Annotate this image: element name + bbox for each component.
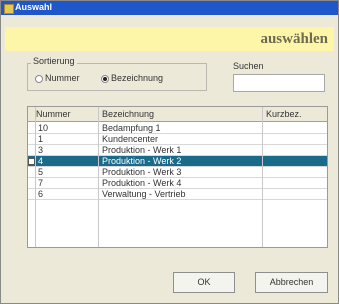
cell-bezeichnung: Produktion - Werk 1 — [102, 145, 182, 155]
cancel-button[interactable]: Abbrechen — [255, 272, 328, 293]
row-separator — [28, 199, 327, 200]
sort-radio-description-label: Bezeichnung — [111, 73, 164, 83]
grid-divider — [98, 107, 99, 247]
ok-button[interactable]: OK — [173, 272, 235, 293]
sort-radio-description[interactable]: Bezeichnung — [101, 73, 163, 83]
column-header-description[interactable]: Bezeichnung — [102, 109, 154, 119]
cell-bezeichnung: Produktion - Werk 3 — [102, 167, 182, 177]
window-title: Auswahl — [15, 2, 53, 12]
column-header-number[interactable]: Nummer — [36, 109, 71, 119]
radio-number-icon — [35, 74, 43, 83]
cell-bezeichnung: Bedampfung 1 — [102, 123, 161, 133]
cell-nummer: 10 — [38, 123, 49, 133]
search-input[interactable] — [233, 74, 325, 92]
cell-bezeichnung: Produktion - Werk 2 — [102, 156, 182, 166]
cell-nummer: 1 — [38, 134, 44, 144]
sort-radio-number[interactable]: Nummer — [35, 73, 80, 83]
row-selector-icon — [28, 158, 35, 165]
column-header-shortname[interactable]: Kurzbez. — [266, 109, 302, 119]
dialog-window: Auswahl auswählen Sortierung Nummer Beze… — [0, 0, 339, 304]
search-label: Suchen — [233, 61, 264, 71]
cell-bezeichnung: Verwaltung - Vertrieb — [102, 189, 186, 199]
cell-nummer: 6 — [38, 189, 44, 199]
header-banner: auswählen — [5, 27, 334, 51]
cell-bezeichnung: Kundencenter — [102, 134, 159, 144]
cell-nummer: 5 — [38, 167, 44, 177]
cell-nummer: 3 — [38, 145, 44, 155]
grid-divider — [262, 107, 263, 247]
sort-group-label: Sortierung — [31, 56, 77, 66]
grid-header: Nummer Bezeichnung Kurzbez. — [28, 107, 327, 122]
cell-bezeichnung: Produktion - Werk 4 — [102, 178, 182, 188]
radio-description-icon — [101, 74, 109, 83]
grid-divider — [35, 107, 36, 247]
title-bar[interactable]: Auswahl — [1, 1, 338, 15]
banner-title: auswählen — [260, 31, 328, 47]
cell-nummer: 4 — [38, 156, 44, 166]
app-icon — [4, 4, 14, 14]
data-grid[interactable]: Nummer Bezeichnung Kurzbez. 10 Bedampfung… — [27, 106, 328, 248]
sort-radio-number-label: Nummer — [45, 73, 80, 83]
cell-nummer: 7 — [38, 178, 44, 188]
